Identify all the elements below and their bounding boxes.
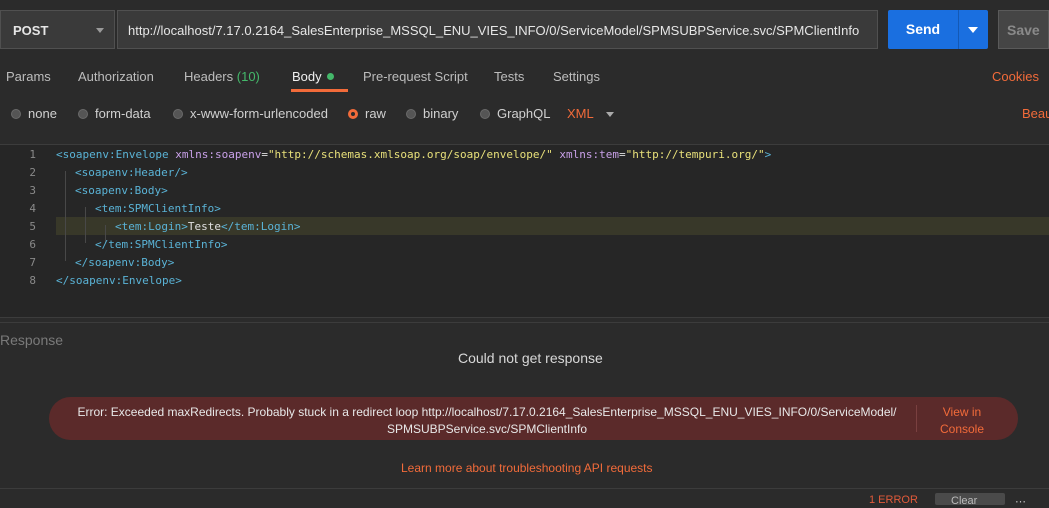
body-type-form-data[interactable]: form-data bbox=[78, 106, 151, 121]
body-type-urlencoded[interactable]: x-www-form-urlencoded bbox=[173, 106, 328, 121]
body-type-raw[interactable]: raw bbox=[348, 106, 386, 121]
radio-icon bbox=[78, 109, 88, 119]
code-line: <soapenv:Envelope xmlns:soapenv="http://… bbox=[56, 148, 771, 161]
save-label: Save bbox=[1007, 22, 1040, 38]
radio-icon bbox=[480, 109, 490, 119]
url-text: http://localhost/7.17.0.2164_SalesEnterp… bbox=[128, 23, 860, 38]
line-number: 7 bbox=[29, 256, 36, 269]
tab-prerequest-script[interactable]: Pre-request Script bbox=[363, 69, 468, 84]
line-number: 2 bbox=[29, 166, 36, 179]
error-count-badge[interactable]: 1 ERROR bbox=[869, 494, 918, 506]
tab-headers[interactable]: Headers (10) bbox=[184, 69, 260, 84]
body-type-binary-label: binary bbox=[423, 106, 459, 121]
body-type-none-label: none bbox=[28, 106, 57, 121]
xml-tag: > bbox=[764, 148, 772, 161]
tab-authorization[interactable]: Authorization bbox=[78, 69, 154, 84]
body-type-none[interactable]: none bbox=[11, 106, 57, 121]
code-line: <tem:SPMClientInfo> bbox=[95, 202, 221, 215]
error-message: Error: Exceeded maxRedirects. Probably s… bbox=[61, 404, 913, 438]
method-select[interactable]: POST bbox=[0, 10, 115, 49]
code-line: </soapenv:Envelope> bbox=[56, 274, 182, 287]
cookies-link[interactable]: Cookies bbox=[992, 69, 1039, 84]
send-button[interactable]: Send bbox=[888, 10, 988, 49]
could-not-get-response-text: Could not get response bbox=[458, 350, 603, 366]
format-select[interactable]: XML bbox=[567, 106, 594, 121]
xml-eq: = bbox=[618, 148, 626, 161]
response-divider[interactable] bbox=[0, 322, 1049, 323]
xml-tag: </tem:Login> bbox=[220, 220, 301, 233]
error-banner-divider bbox=[916, 405, 917, 432]
body-type-urlencoded-label: x-www-form-urlencoded bbox=[190, 106, 328, 121]
response-title: Response bbox=[0, 332, 64, 348]
tab-settings[interactable]: Settings bbox=[553, 69, 600, 84]
code-line: <soapenv:Header/> bbox=[75, 166, 188, 179]
indent-guide bbox=[65, 171, 66, 261]
body-type-graphql[interactable]: GraphQL bbox=[480, 106, 550, 121]
line-number: 5 bbox=[29, 220, 36, 233]
tab-body-label: Body bbox=[292, 69, 322, 84]
radio-icon bbox=[11, 109, 21, 119]
learn-more-link[interactable]: Learn more about troubleshooting API req… bbox=[401, 461, 653, 475]
line-number: 4 bbox=[29, 202, 36, 215]
body-type-raw-label: raw bbox=[365, 106, 386, 121]
send-divider bbox=[958, 10, 959, 49]
error-message-line: Error: Exceeded maxRedirects. Probably s… bbox=[77, 405, 897, 419]
xml-value: "http://schemas.xmlsoap.org/soap/envelop… bbox=[267, 148, 553, 161]
radio-icon bbox=[406, 109, 416, 119]
tab-body[interactable]: Body bbox=[292, 69, 334, 84]
xml-text: Teste bbox=[187, 220, 221, 233]
console-label: Console bbox=[939, 422, 985, 436]
xml-tag: <soapenv:Envelope bbox=[56, 148, 169, 161]
tab-headers-label: Headers bbox=[184, 69, 234, 84]
error-banner: Error: Exceeded maxRedirects. Probably s… bbox=[49, 397, 1018, 440]
headers-count-badge: (10) bbox=[236, 69, 260, 84]
radio-icon bbox=[173, 109, 183, 119]
line-number: 8 bbox=[29, 274, 36, 287]
active-tab-underline bbox=[291, 89, 348, 92]
clear-button[interactable]: Clear bbox=[935, 493, 1005, 507]
code-line: <tem:Login>Teste</tem:Login> bbox=[115, 220, 300, 233]
line-number: 6 bbox=[29, 238, 36, 251]
body-type-graphql-label: GraphQL bbox=[497, 106, 551, 121]
view-in-label: View in bbox=[942, 405, 982, 419]
body-type-form-data-label: form-data bbox=[95, 106, 151, 121]
xml-attr: xmlns:tem bbox=[559, 148, 619, 161]
code-line: </tem:SPMClientInfo> bbox=[95, 238, 228, 251]
view-in-console-link[interactable]: View in Console bbox=[932, 404, 992, 438]
clear-label: Clear bbox=[951, 495, 978, 507]
send-label: Send bbox=[905, 21, 941, 37]
xml-tag: <tem:Login> bbox=[115, 220, 188, 233]
xml-eq: = bbox=[261, 148, 268, 161]
tab-params[interactable]: Params bbox=[6, 69, 51, 84]
chevron-down-icon bbox=[96, 28, 104, 33]
send-options-chevron-icon[interactable] bbox=[968, 27, 978, 33]
radio-selected-icon bbox=[348, 109, 358, 119]
method-label: POST bbox=[13, 23, 49, 38]
save-button[interactable]: Save bbox=[998, 10, 1049, 49]
body-indicator-dot-icon bbox=[326, 73, 334, 80]
xml-value: "http://tempuri.org/" bbox=[625, 148, 765, 161]
chevron-down-icon[interactable] bbox=[606, 112, 614, 117]
body-type-binary[interactable]: binary bbox=[406, 106, 458, 121]
xml-attr: xmlns:soapenv bbox=[175, 148, 262, 161]
beautify-link[interactable]: Beau bbox=[1022, 106, 1049, 121]
code-line: <soapenv:Body> bbox=[75, 184, 168, 197]
code-line: </soapenv:Body> bbox=[75, 256, 175, 269]
line-number: 3 bbox=[29, 184, 36, 197]
line-number: 1 bbox=[29, 148, 36, 161]
tab-tests[interactable]: Tests bbox=[494, 69, 524, 84]
url-input[interactable]: http://localhost/7.17.0.2164_SalesEnterp… bbox=[117, 10, 878, 49]
indent-guide bbox=[85, 207, 86, 243]
error-message-line: SPMSUBPService.svc/SPMClientInfo bbox=[386, 422, 588, 436]
